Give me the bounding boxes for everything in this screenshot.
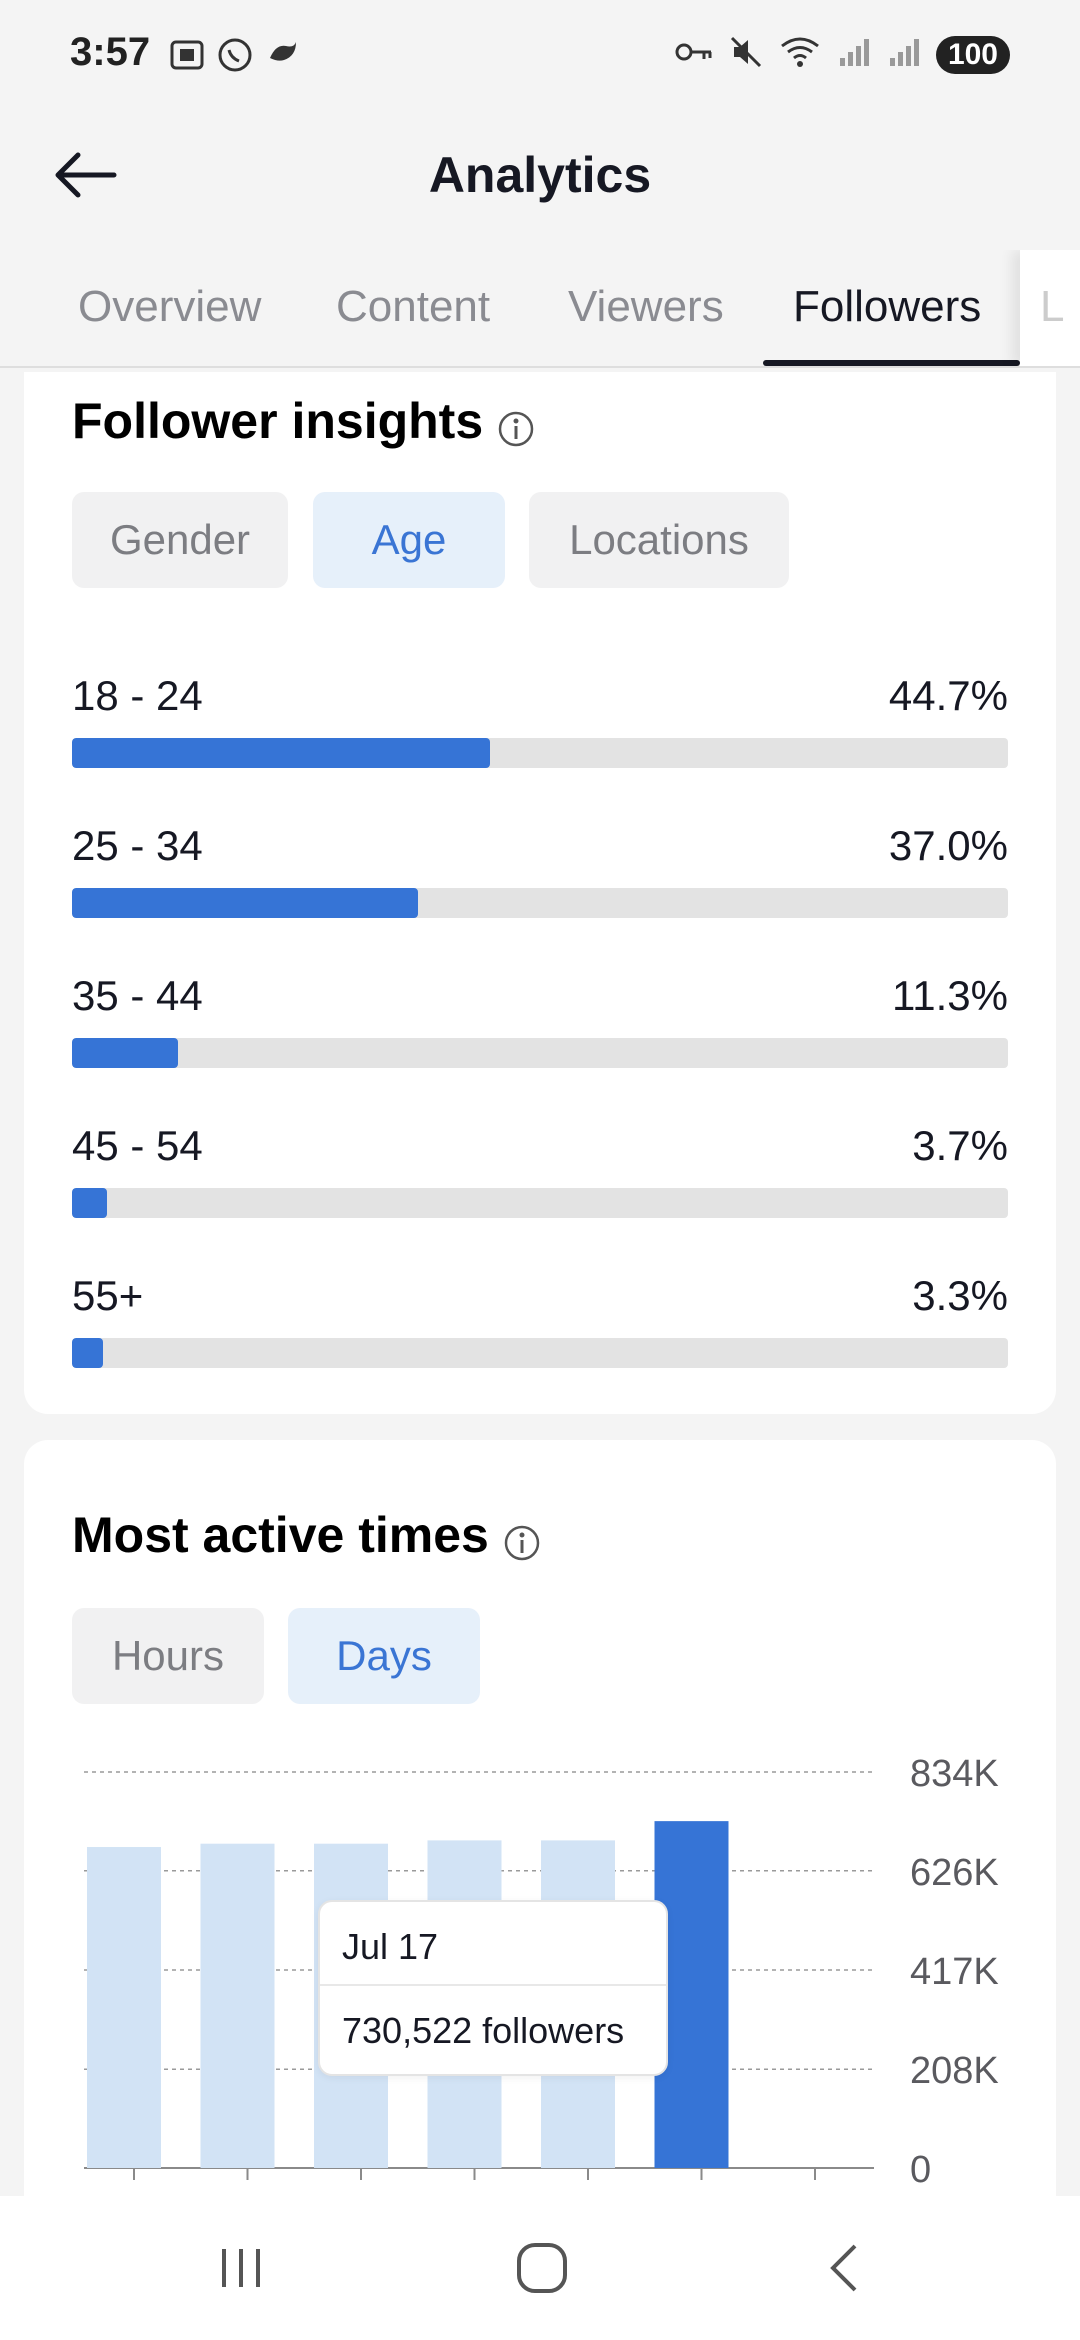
tooltip-divider	[320, 1984, 666, 1986]
age-range-label: 45 - 54	[72, 1122, 203, 1169]
key-icon	[674, 37, 714, 72]
bar[interactable]	[87, 1847, 161, 2168]
chart-tooltip: Jul 17 730,522 followers	[318, 1900, 668, 2076]
age-row: 25 - 34 37.0%	[72, 822, 1008, 922]
tooltip-date: Jul 17	[342, 1926, 439, 1967]
follower-insights-title: Follower insights	[72, 393, 484, 449]
age-percent-value: 11.3%	[892, 972, 1008, 1019]
filter-gender[interactable]: Gender	[72, 492, 288, 588]
system-back-button[interactable]	[816, 2238, 876, 2298]
age-percent-value: 3.7%	[912, 1122, 1008, 1169]
age-percent-value: 37.0%	[888, 822, 1008, 869]
y-tick-label: 626K	[910, 1852, 999, 1894]
most-active-times-card: Most active times Hours Days 834K 626K 417…	[24, 1440, 1056, 2200]
filter-hours[interactable]: Hours	[72, 1608, 264, 1704]
age-range-label: 18 - 24	[72, 672, 203, 719]
status-bar: 3:57 100	[0, 0, 1080, 110]
active-tab-indicator	[763, 360, 1020, 366]
tab-overview[interactable]: Overview	[78, 282, 261, 332]
signal-icon-2	[886, 34, 922, 75]
progress-fill	[72, 1338, 103, 1368]
bar[interactable]	[200, 1843, 275, 2168]
most-active-heading: Most active times	[72, 1506, 541, 1564]
filter-locations[interactable]: Locations	[529, 492, 789, 588]
tab-more[interactable]: L	[1040, 282, 1064, 332]
y-tick-label: 208K	[910, 2050, 999, 2092]
filter-age[interactable]: Age	[313, 492, 505, 588]
tab-viewers[interactable]: Viewers	[568, 282, 724, 332]
tab-content[interactable]: Content	[336, 282, 490, 332]
whatsapp-icon	[216, 36, 254, 74]
age-range-label: 25 - 34	[72, 822, 203, 869]
progress-track	[72, 1038, 1008, 1068]
y-tick-label: 834K	[910, 1753, 999, 1795]
age-percent-value: 3.3%	[912, 1272, 1008, 1319]
screenshot-icon	[168, 36, 206, 74]
progress-track	[72, 738, 1008, 768]
info-icon[interactable]	[497, 402, 535, 447]
battery-indicator: 100	[935, 35, 1010, 74]
most-active-title: Most active times	[72, 1507, 489, 1563]
follower-insights-card: Follower insights Gender Age Locations 1…	[24, 372, 1056, 1414]
notification-icons	[168, 36, 302, 74]
age-row: 55+ 3.3%	[72, 1272, 1008, 1372]
app-header: Analytics	[0, 110, 1080, 240]
bird-app-icon	[264, 36, 302, 74]
home-button[interactable]	[512, 2238, 572, 2298]
follower-insights-heading: Follower insights	[72, 392, 535, 450]
age-row: 35 - 44 11.3%	[72, 972, 1008, 1072]
tab-followers[interactable]: Followers	[793, 282, 981, 332]
status-time: 3:57	[70, 30, 151, 74]
progress-track	[72, 888, 1008, 918]
y-tick-label: 417K	[910, 1951, 999, 1993]
progress-track	[72, 1188, 1008, 1218]
home-icon	[517, 2243, 567, 2293]
progress-fill	[72, 888, 419, 918]
wifi-icon	[778, 34, 822, 75]
info-icon[interactable]	[503, 1516, 541, 1561]
filter-days[interactable]: Days	[288, 1608, 480, 1704]
age-range-label: 55+	[72, 1272, 144, 1319]
signal-icon	[836, 34, 872, 75]
recent-apps-icon	[222, 2249, 260, 2287]
chevron-left-icon	[830, 2244, 857, 2292]
tab-bar: Overview Content Viewers Followers L	[0, 250, 1080, 368]
age-row: 18 - 24 44.7%	[72, 672, 1008, 772]
tooltip-value: 730,522 followers	[342, 2010, 625, 2051]
progress-fill	[72, 1038, 178, 1068]
progress-fill	[72, 1188, 107, 1218]
page-title: Analytics	[428, 147, 652, 203]
progress-track	[72, 1338, 1008, 1368]
recent-apps-button[interactable]	[211, 2238, 271, 2298]
y-tick-label: 0	[910, 2149, 931, 2191]
mute-icon	[728, 34, 764, 75]
progress-fill	[72, 738, 491, 768]
system-nav-bar	[0, 2196, 1080, 2340]
status-right: 100	[674, 34, 1010, 75]
tab-overflow-fade: L	[1020, 250, 1080, 366]
age-percent-value: 44.7%	[888, 672, 1008, 719]
age-range-label: 35 - 44	[72, 972, 203, 1019]
age-row: 45 - 54 3.7%	[72, 1122, 1008, 1222]
